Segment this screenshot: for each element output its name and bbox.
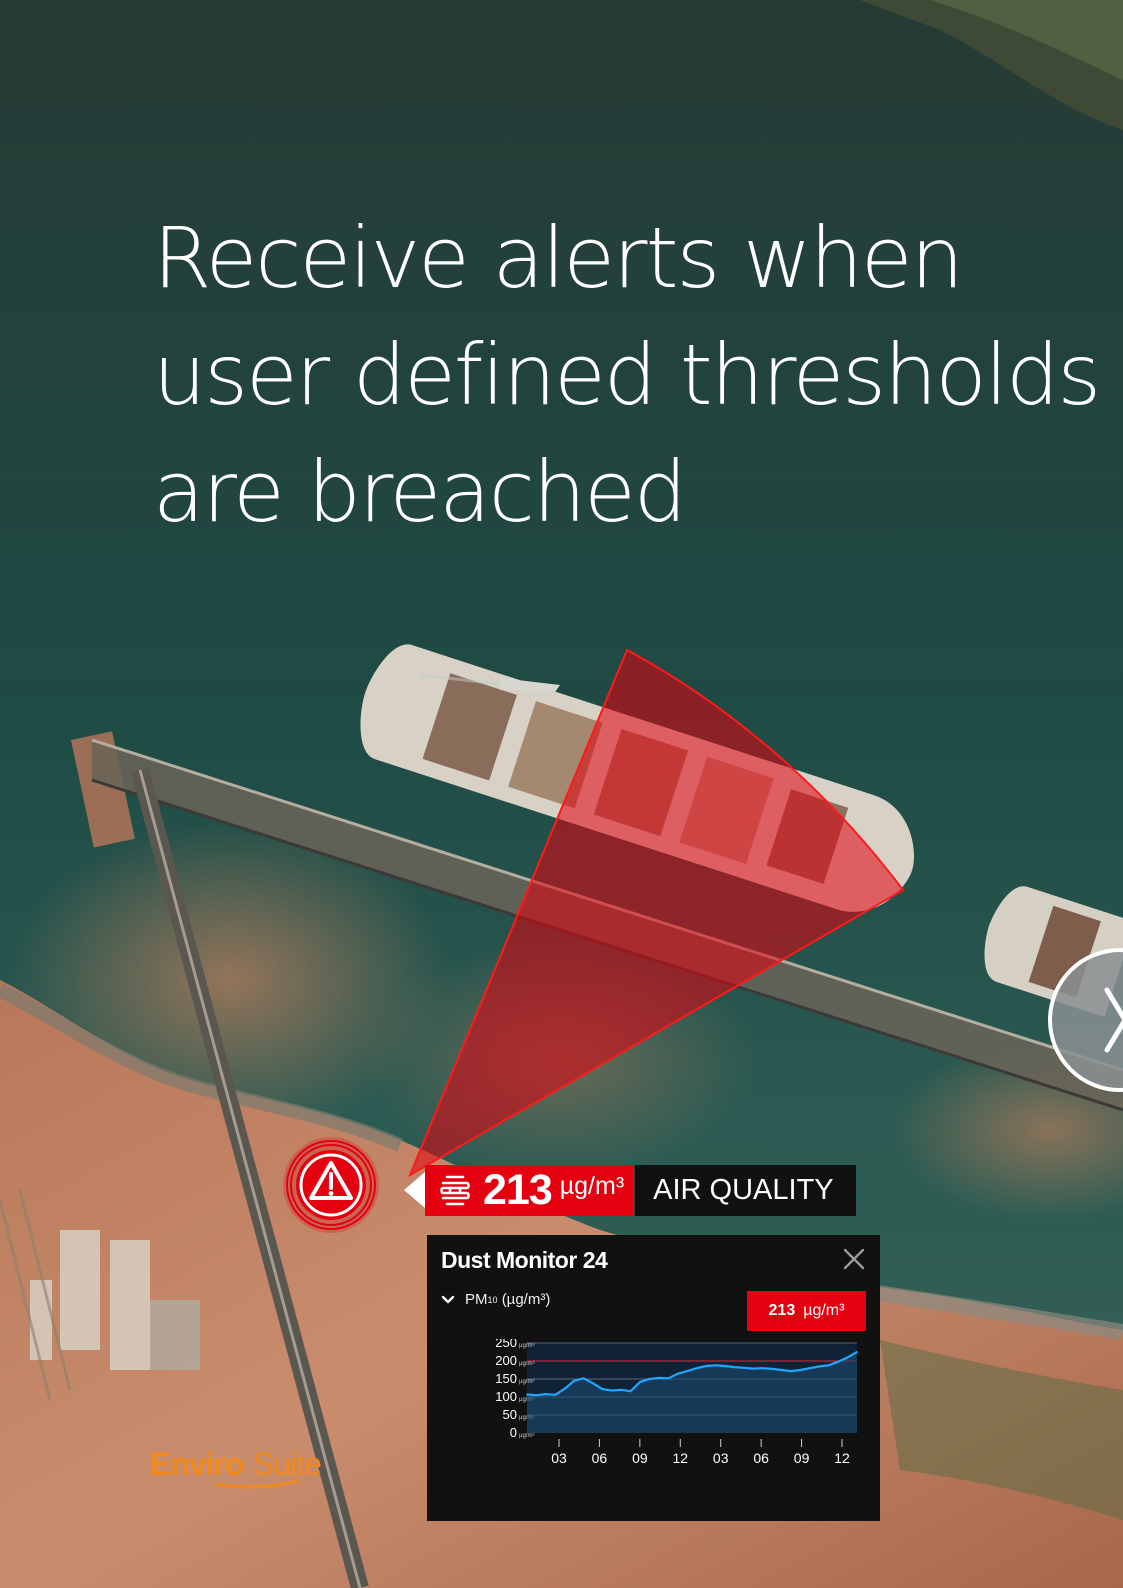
y-tick-unit: µg/m³: [519, 1343, 534, 1349]
data-point: [695, 1367, 698, 1370]
x-tick-label: 03: [551, 1450, 567, 1466]
data-point: [752, 1367, 755, 1370]
close-icon[interactable]: [842, 1247, 866, 1271]
metric-name: PM: [465, 1291, 488, 1308]
headline: Receive alerts when user defined thresho…: [153, 200, 1101, 551]
y-tick-label: 50: [503, 1407, 517, 1422]
x-tick-label: 06: [592, 1450, 608, 1466]
dust-icon: [440, 1175, 470, 1205]
x-tick-label: 03: [713, 1450, 729, 1466]
y-tick-unit: µg/m³: [519, 1379, 534, 1385]
y-tick-label: 0: [510, 1425, 517, 1440]
envirosuite-logo: Enviro Suite: [150, 1446, 322, 1489]
data-point: [620, 1388, 623, 1391]
data-point: [790, 1370, 792, 1372]
data-point: [714, 1364, 717, 1367]
alert-badge[interactable]: 213 µg/m³ AIR QUALITY: [404, 1165, 856, 1216]
headline-line-3: are breached: [153, 443, 687, 541]
data-point: [780, 1369, 783, 1371]
y-tick-label: 150: [495, 1371, 517, 1386]
warning-triangle-icon[interactable]: [281, 1135, 381, 1235]
pm10-chart: 250 µg/m³200 µg/m³150 µg/m³100 µg/m³50 µg/m³0…: [495, 1339, 858, 1466]
data-point: [827, 1364, 830, 1367]
data-point: [705, 1365, 708, 1367]
data-point: [771, 1368, 774, 1370]
data-point: [535, 1394, 538, 1397]
data-point: [554, 1393, 557, 1396]
data-point: [610, 1389, 613, 1392]
y-tick-unit: µg/m³: [519, 1433, 534, 1439]
data-point: [837, 1360, 840, 1363]
data-point: [592, 1382, 594, 1385]
y-tick-unit: µg/m³: [519, 1361, 534, 1367]
data-point: [526, 1393, 528, 1396]
data-point: [818, 1365, 821, 1368]
metric-subscript: 10: [487, 1294, 498, 1305]
x-tick-label: 09: [632, 1450, 648, 1466]
data-point: [658, 1377, 660, 1379]
x-tick-label: 06: [753, 1450, 769, 1466]
chevron-down-icon: [441, 1295, 455, 1303]
y-tick-label: 250: [495, 1339, 517, 1350]
headline-line-2: user defined thresholds: [153, 326, 1101, 424]
data-point: [742, 1366, 745, 1369]
data-point: [856, 1351, 858, 1353]
alert-value: 213: [483, 1166, 553, 1214]
badge-pointer: [404, 1172, 425, 1208]
data-point: [629, 1390, 632, 1393]
y-tick-label: 200: [495, 1353, 517, 1368]
current-value: 213: [768, 1302, 796, 1319]
svg-text:Suite: Suite: [253, 1446, 321, 1482]
data-point: [639, 1380, 642, 1383]
x-tick-label: 12: [672, 1450, 688, 1466]
data-point: [808, 1367, 811, 1370]
data-point: [573, 1379, 576, 1382]
data-point: [846, 1356, 849, 1359]
data-point: [648, 1378, 651, 1380]
data-point: [667, 1377, 670, 1380]
data-point: [676, 1372, 679, 1375]
data-point: [686, 1370, 689, 1372]
current-unit: µg/m³: [803, 1302, 845, 1319]
data-point: [799, 1369, 802, 1371]
metric-selector[interactable]: PM 10 (µg/m³): [441, 1291, 550, 1308]
alert-unit: µg/m³: [559, 1172, 625, 1200]
metric-unit-label: (µg/m³): [501, 1291, 551, 1308]
data-point: [761, 1367, 764, 1370]
y-tick-label: 100: [495, 1389, 517, 1404]
data-point: [563, 1387, 566, 1390]
x-tick-label: 09: [794, 1450, 810, 1466]
data-point: [601, 1388, 604, 1390]
alert-category: AIR QUALITY: [634, 1165, 856, 1216]
panel-title: Dust Monitor 24: [441, 1247, 608, 1273]
dust-monitor-panel: Dust Monitor 24 PM 10 (µg/m³) 213 µg/m³ 2…: [427, 1235, 880, 1521]
data-point: [724, 1365, 726, 1367]
x-tick-label: 12: [834, 1450, 850, 1466]
svg-text:Enviro: Enviro: [150, 1446, 244, 1482]
data-point: [733, 1366, 736, 1369]
current-value-badge: 213 µg/m³: [747, 1291, 866, 1331]
data-point: [544, 1393, 547, 1396]
data-point: [582, 1377, 585, 1380]
next-slide-button[interactable]: [1045, 945, 1123, 1095]
alert-value-block: 213 µg/m³: [404, 1165, 635, 1216]
headline-line-1: Receive alerts when: [153, 209, 964, 307]
